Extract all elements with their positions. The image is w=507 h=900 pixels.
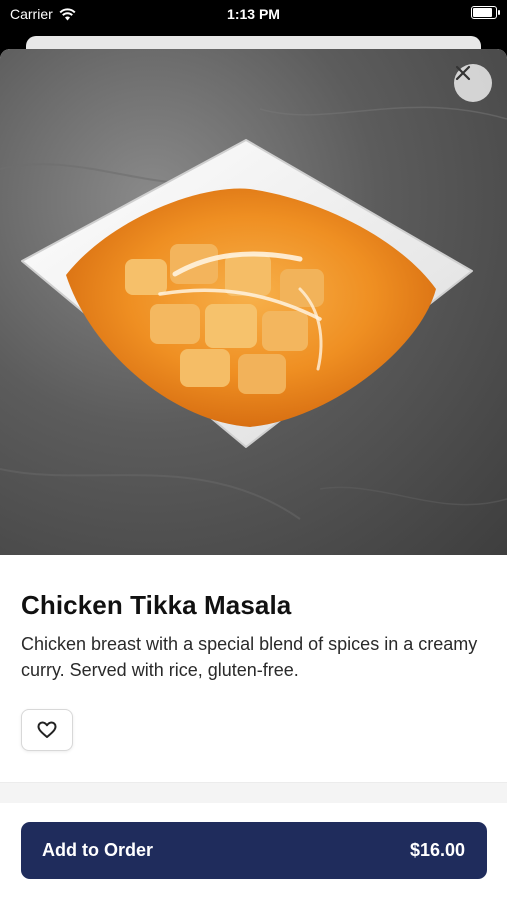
close-button[interactable] (454, 64, 492, 102)
item-name: Chicken Tikka Masala (21, 590, 292, 620)
status-bar: Carrier 1:13 PM (0, 0, 507, 30)
item-detail-sheet: Chicken Tikka Masala Chicken breast with… (0, 49, 507, 900)
item-description: Chicken breast with a special blend of s… (21, 634, 478, 680)
add-to-order-button[interactable]: Add to Order $16.00 (21, 822, 487, 879)
heart-icon (37, 721, 57, 738)
favorite-button[interactable] (21, 709, 73, 751)
item-info: Chicken Tikka Masala Chicken breast with… (0, 555, 507, 751)
item-photo (0, 49, 507, 555)
item-price: $16.00 (409, 840, 465, 860)
section-divider (0, 782, 507, 803)
status-right (471, 6, 500, 19)
close-icon (455, 65, 471, 81)
battery-icon (471, 6, 500, 19)
status-time: 1:13 PM (227, 6, 280, 22)
add-to-order-label: Add to Order (42, 840, 153, 860)
